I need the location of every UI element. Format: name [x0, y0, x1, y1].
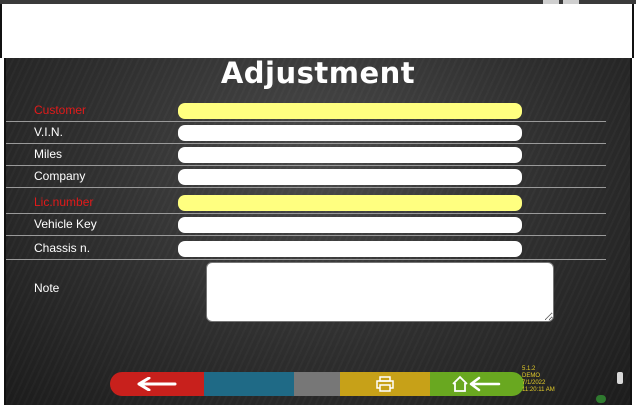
version-text: 5.1.2	[522, 366, 536, 372]
company-label: Company	[34, 169, 86, 183]
chassis-row: Chassis n.	[6, 238, 606, 260]
header-area	[0, 4, 634, 58]
adjustment-screen: Adjustment Customer V.I.N. Miles Company…	[4, 58, 632, 405]
mode-text: DEMO	[522, 373, 540, 379]
time-text: 11:20:11 AM	[522, 387, 555, 393]
customer-field[interactable]	[178, 103, 522, 119]
vin-row: V.I.N.	[6, 122, 606, 144]
toolbar-blank-button[interactable]	[204, 372, 294, 396]
note-field[interactable]	[206, 262, 554, 322]
arrow-left-icon	[137, 377, 177, 391]
lic-number-label: Lic.number	[34, 195, 94, 209]
customer-label: Customer	[34, 103, 87, 117]
company-row: Company	[6, 166, 606, 188]
miles-row: Miles	[6, 144, 606, 166]
miles-label: Miles	[34, 147, 63, 161]
page-title: Adjustment	[220, 58, 416, 90]
company-field[interactable]	[178, 169, 522, 185]
date-text: 7/1/2022	[522, 380, 546, 386]
chassis-label: Chassis n.	[34, 241, 91, 255]
toolbar-gray-button[interactable]	[294, 372, 340, 396]
lic-number-row: Lic.number	[6, 192, 606, 214]
print-button[interactable]	[340, 372, 430, 396]
row-divider	[6, 235, 606, 236]
lic-number-field[interactable]	[178, 195, 522, 211]
customer-row: Customer	[6, 100, 606, 122]
vehicle-key-label: Vehicle Key	[34, 217, 97, 231]
miles-field[interactable]	[178, 147, 522, 163]
status-info: 5.1.2 DEMO 7/1/2022 11:20:11 AM	[522, 366, 555, 394]
home-back-button[interactable]	[430, 372, 524, 396]
printer-icon	[376, 376, 394, 392]
battery-icon	[617, 372, 623, 384]
row-divider	[6, 259, 606, 260]
chassis-field[interactable]	[178, 241, 522, 257]
bug-icon[interactable]	[596, 395, 606, 403]
vehicle-key-field[interactable]	[178, 217, 522, 233]
note-label: Note	[34, 281, 60, 295]
bottom-toolbar	[110, 372, 550, 396]
row-divider	[6, 187, 606, 188]
vin-label: V.I.N.	[34, 125, 63, 139]
home-back-icon	[452, 375, 501, 392]
back-button[interactable]	[110, 372, 204, 396]
vehicle-key-row: Vehicle Key	[6, 214, 606, 236]
vin-field[interactable]	[178, 125, 522, 141]
